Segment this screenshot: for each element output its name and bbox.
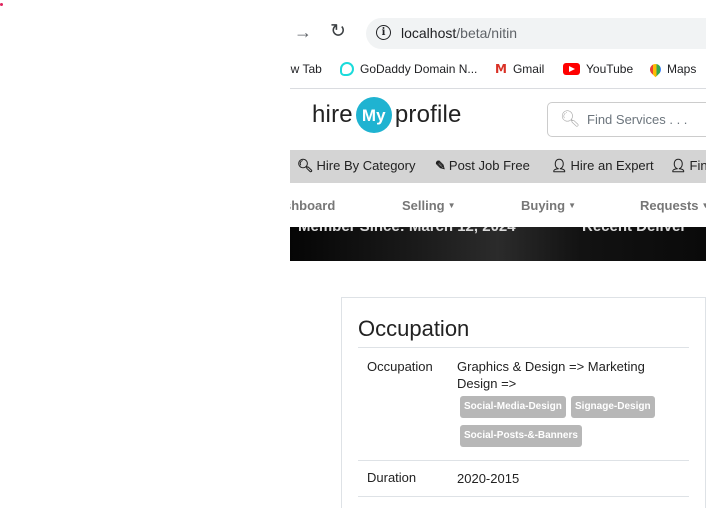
row-divider xyxy=(358,460,689,461)
nav-requests[interactable]: Requests ▼ xyxy=(640,198,706,213)
nav-post-job-free[interactable]: ✎ Post Job Free xyxy=(435,158,530,174)
site-info-icon[interactable]: i xyxy=(376,25,391,40)
duration-value: 2020-2015 xyxy=(457,471,520,486)
logo-text-left: hire xyxy=(312,101,353,128)
chevron-down-icon: ▼ xyxy=(701,201,706,210)
bookmark-gmail[interactable]: M Gmail xyxy=(495,62,544,76)
bookmark-maps[interactable]: Maps xyxy=(647,61,697,77)
user-icon: 👤︎ xyxy=(670,158,687,173)
duration-label: Duration xyxy=(367,470,417,485)
search-icon: 🔍︎ xyxy=(297,158,314,173)
chevron-down-icon: ▼ xyxy=(447,201,456,210)
nav-hire-by-category[interactable]: 🔍︎ Hire By Category xyxy=(297,158,416,174)
recent-deliveries-text: Recent Deliver xyxy=(582,227,686,235)
site-logo[interactable]: hire My profile xyxy=(312,97,462,133)
nav-hire-an-expert[interactable]: 👤︎ Hire an Expert xyxy=(551,158,654,174)
search-input[interactable]: 🔍︎ Find Services . . . xyxy=(547,102,706,137)
nav-label: Hire an Expert xyxy=(570,158,654,173)
tag-social-posts-banners[interactable]: Social-Posts-&-Banners xyxy=(460,425,582,447)
bookmark-youtube[interactable]: YouTube xyxy=(563,62,633,76)
bookmarks-bar: ew Tab GoDaddy Domain N... M Gmail YouTu… xyxy=(290,58,706,84)
dashboard-nav: shboard Selling▼ Buying▼ Requests▼ xyxy=(290,183,706,227)
forward-arrow-icon[interactable]: → xyxy=(294,22,312,43)
bookmark-label: ew Tab xyxy=(290,62,322,76)
bookmark-label: YouTube xyxy=(586,62,634,76)
godaddy-icon xyxy=(340,62,354,76)
youtube-icon xyxy=(563,63,580,75)
tag-signage-design[interactable]: Signage-Design xyxy=(571,396,655,418)
profile-banner: Member Since: March 12, 2024 Recent Deli… xyxy=(290,227,706,261)
logo-text-right: profile xyxy=(394,101,462,128)
pencil-icon: ✎ xyxy=(435,158,446,173)
browser-toolbar: → ↻ i localhost/beta/nitin xyxy=(290,0,706,58)
bookmark-label: Gmail xyxy=(512,62,545,76)
row-divider xyxy=(358,347,689,348)
nav-label: Selling xyxy=(402,198,445,213)
reload-icon[interactable]: ↻ xyxy=(330,20,346,43)
chevron-down-icon: ▼ xyxy=(568,201,576,210)
nav-selling[interactable]: Selling ▼ xyxy=(402,198,456,213)
nav-buying[interactable]: Buying ▼ xyxy=(521,198,576,213)
url-path: /beta/nitin xyxy=(456,25,517,41)
logo-badge: My xyxy=(355,97,392,133)
user-icon: 👤︎ xyxy=(551,158,568,173)
url-text[interactable]: localhost/beta/nitin xyxy=(401,25,517,41)
nav-label: shboard xyxy=(290,198,336,213)
bookmark-label: GoDaddy Domain N... xyxy=(360,62,478,76)
nav-label: Requests xyxy=(640,198,699,213)
member-since-text: Member Since: March 12, 2024 xyxy=(298,227,516,235)
occupation-card: Occupation Occupation Graphics & Design … xyxy=(341,297,706,508)
gmail-icon: M xyxy=(495,62,507,76)
nav-find[interactable]: 👤︎Find xyxy=(670,158,706,174)
address-bar[interactable]: i localhost/beta/nitin xyxy=(366,18,706,49)
nav-label: Post Job Free xyxy=(448,158,530,173)
bookmark-label: Maps xyxy=(667,62,697,76)
maps-icon xyxy=(647,61,664,77)
search-placeholder: Find Services . . . xyxy=(587,112,688,127)
nav-label: Hire By Category xyxy=(316,158,416,173)
category-nav: 🔍︎ Hire By Category ✎ Post Job Free 👤︎ Hire… xyxy=(290,150,706,183)
nav-dashboard[interactable]: shboard xyxy=(290,198,335,213)
card-title: Occupation xyxy=(358,316,470,341)
bookmark-new-tab[interactable]: ew Tab xyxy=(290,62,322,76)
browser-window: → ↻ i localhost/beta/nitin ew Tab GoDadd… xyxy=(290,0,706,508)
row-divider xyxy=(358,496,689,497)
occupation-value: Graphics & Design => Marketing Design => xyxy=(457,359,645,391)
site-header: hire My profile 🔍︎ Find Services . . . xyxy=(290,89,706,149)
red-dot-marker xyxy=(0,3,3,6)
nav-label: Buying xyxy=(521,198,566,213)
nav-label: Find xyxy=(689,158,706,173)
tag-social-media-design[interactable]: Social-Media-Design xyxy=(460,396,566,418)
occupation-label: Occupation xyxy=(367,359,433,374)
bookmark-godaddy[interactable]: GoDaddy Domain N... xyxy=(340,62,477,76)
url-host: localhost xyxy=(401,25,457,41)
search-icon: 🔍︎ xyxy=(560,111,581,128)
